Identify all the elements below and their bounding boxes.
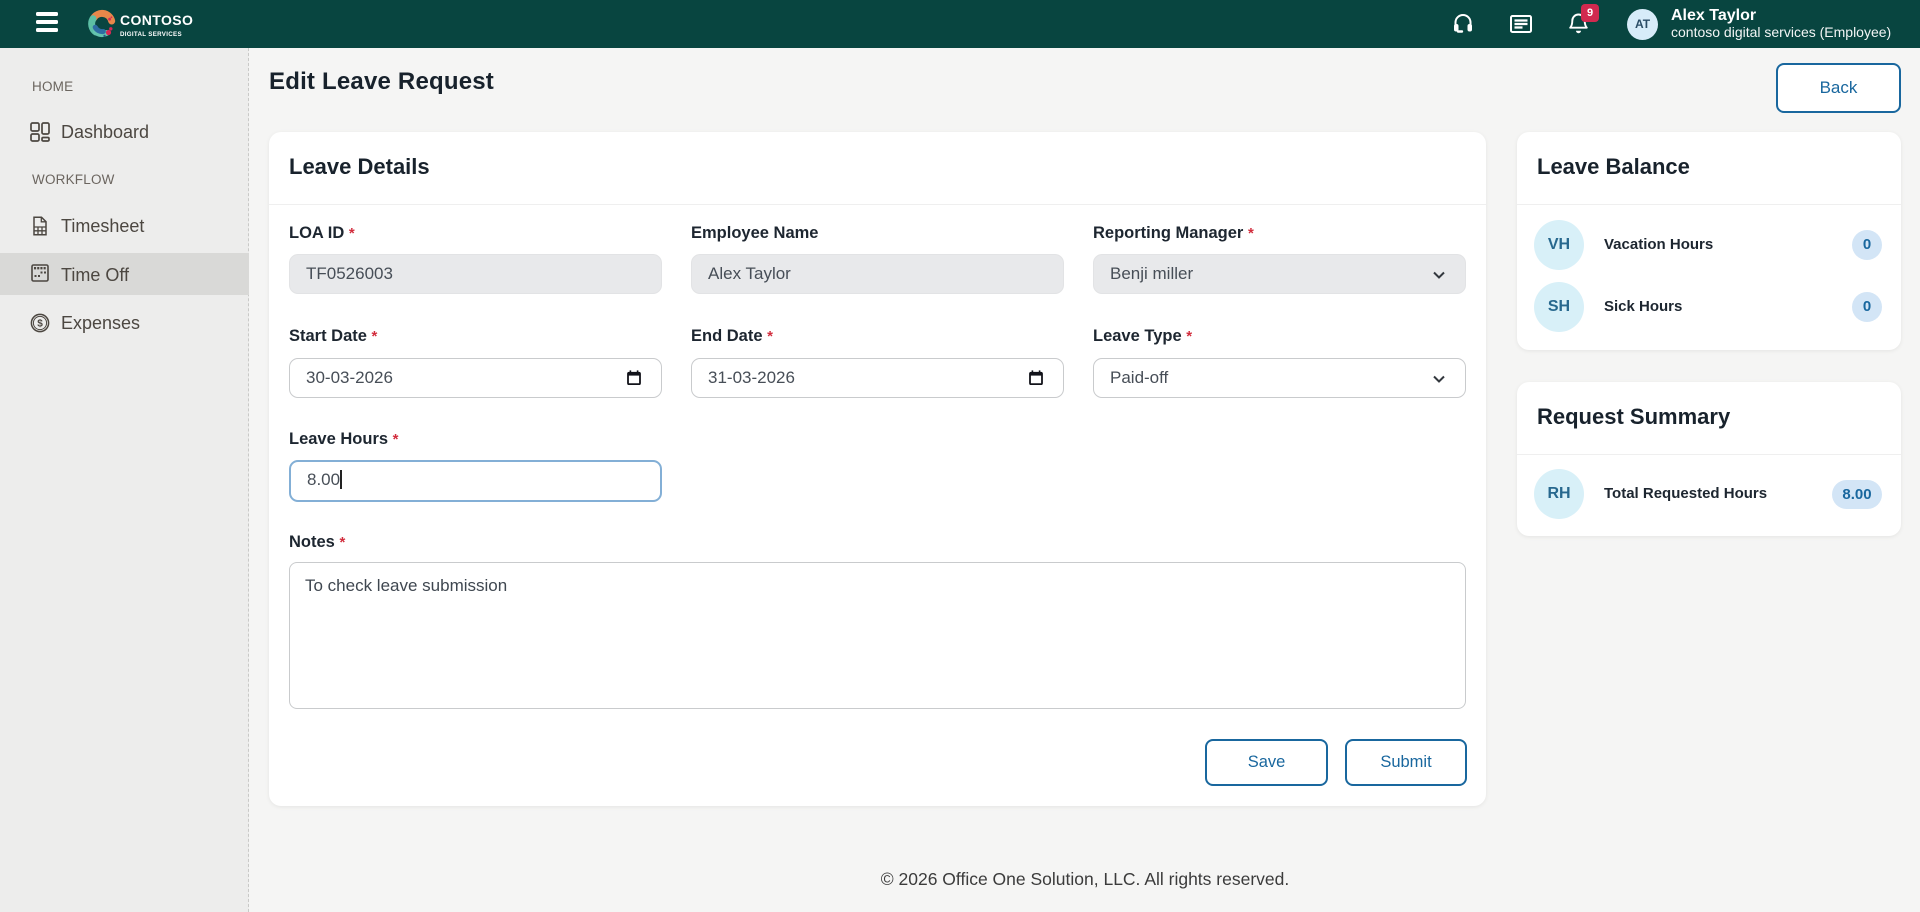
svg-text:$: $ xyxy=(37,319,43,330)
